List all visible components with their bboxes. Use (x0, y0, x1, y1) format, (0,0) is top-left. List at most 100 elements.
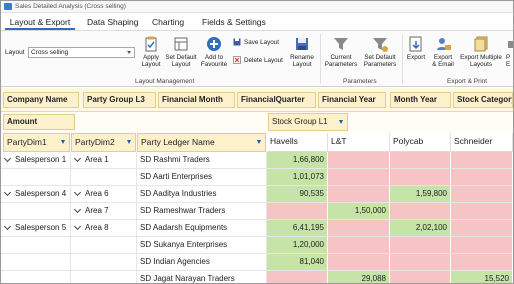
filter-dropdown-icon[interactable] (127, 140, 131, 144)
export-icon (409, 36, 422, 52)
app-icon (4, 3, 12, 10)
export-multiple-layouts-button[interactable]: Export Multiple Layouts (458, 35, 504, 68)
data-cell[interactable]: 1,50,000 (328, 203, 390, 220)
chevron-down-icon[interactable] (73, 206, 82, 214)
row-header-party-ledger[interactable]: SD Indian Agencies (137, 254, 267, 271)
row-field-partydim1[interactable]: PartyDim1 (3, 133, 70, 152)
data-cell[interactable]: 90,535 (267, 186, 328, 203)
row-header-party-ledger[interactable]: SD Rameshwar Traders (137, 203, 267, 220)
data-cell[interactable] (390, 203, 451, 220)
data-cell[interactable] (328, 220, 390, 237)
data-cell[interactable] (390, 271, 451, 283)
row-header-party-ledger[interactable]: SD Aarti Enterprises (137, 169, 267, 186)
column-header-lt[interactable]: L&T (328, 133, 390, 152)
chevron-down-icon[interactable] (73, 223, 82, 231)
data-cell[interactable] (328, 152, 390, 169)
row-header-partydim2[interactable]: Area 7 (71, 203, 137, 220)
filter-field-stock-category[interactable]: Stock Category (453, 92, 513, 108)
row-header-partydim2[interactable]: Area 6 (71, 186, 137, 203)
row-field-partydim2[interactable]: PartyDim2 (71, 133, 136, 152)
row-header-partydim1[interactable]: Salesperson 1 (1, 152, 71, 169)
data-cell[interactable] (328, 169, 390, 186)
filter-field-financial-quarter[interactable]: FinancialQuarter (237, 92, 316, 108)
row-header-party-ledger[interactable]: SD Aadarsh Equipments (137, 220, 267, 237)
row-header-party-ledger[interactable]: SD Sukanya Enterprises (137, 237, 267, 254)
tab-fields-settings[interactable]: Fields & Settings (202, 14, 266, 30)
data-cell[interactable]: 29,088 (328, 271, 390, 283)
save-layout-button[interactable]: Save Layout (233, 38, 279, 47)
export-email-button[interactable]: Export & Email (431, 35, 455, 68)
row-header-partydim1-text: Salesperson 4 (15, 189, 67, 198)
ribbon-separator (402, 34, 403, 84)
row-header-partydim1 (1, 254, 71, 271)
data-cell[interactable] (390, 169, 451, 186)
chevron-down-icon[interactable] (73, 155, 82, 163)
data-cell[interactable] (390, 152, 451, 169)
column-header-polycab[interactable]: Polycab (390, 133, 451, 152)
filter-dropdown-icon[interactable] (339, 120, 343, 124)
group-label-layout-management: Layout Management (135, 78, 195, 85)
data-cell[interactable] (328, 237, 390, 254)
delete-layout-button[interactable]: Delete Layout (233, 56, 283, 65)
set-default-layout-button[interactable]: Set Default Layout (165, 35, 197, 68)
row-header-party-ledger[interactable]: SD Jagat Narayan Traders (137, 271, 267, 283)
data-cell[interactable]: 1,66,800 (267, 152, 328, 169)
filter-field-company-name[interactable]: Company Name (3, 92, 79, 108)
chevron-down-icon[interactable] (3, 155, 12, 163)
data-cell[interactable]: 1,59,800 (390, 186, 451, 203)
data-cell[interactable] (451, 254, 513, 271)
row-header-partydim2[interactable]: Area 8 (71, 220, 137, 237)
row-header-partydim1 (1, 203, 71, 220)
column-header-havells[interactable]: Havells (267, 133, 328, 152)
data-field-amount[interactable]: Amount (3, 114, 75, 130)
data-cell[interactable]: 6,41,195 (267, 220, 328, 237)
tab-data-shaping[interactable]: Data Shaping (87, 14, 139, 30)
data-cell[interactable] (451, 186, 513, 203)
export-button[interactable]: Export (405, 35, 427, 61)
filter-dropdown-icon[interactable] (257, 140, 261, 144)
row-header-party-ledger[interactable]: SD Aaditya Industries (137, 186, 267, 203)
data-cell[interactable]: 15,520 (451, 271, 513, 283)
print-preview-button[interactable]: P E (506, 35, 513, 68)
data-cell[interactable] (451, 203, 513, 220)
current-parameters-button[interactable]: Current Parameters (323, 35, 359, 68)
chevron-down-icon[interactable] (3, 223, 12, 231)
tab-charting[interactable]: Charting (152, 14, 184, 30)
data-cell[interactable] (267, 203, 328, 220)
filter-field-month-year[interactable]: Month Year (390, 92, 451, 108)
group-label-export-print: Export & Print (447, 78, 488, 85)
data-cell[interactable]: 1,01,073 (267, 169, 328, 186)
add-to-favourite-button[interactable]: Add to Favourite (200, 35, 228, 68)
filter-dropdown-icon[interactable] (61, 140, 65, 144)
row-header-party-ledger[interactable]: SD Rashmi Traders (137, 152, 267, 169)
app-window: Sales Detailed Analysis (Cross selling) … (0, 0, 514, 284)
data-cell[interactable] (451, 169, 513, 186)
data-cell[interactable] (328, 254, 390, 271)
layout-select[interactable]: Cross selling (28, 47, 135, 58)
data-cell[interactable]: 81,040 (267, 254, 328, 271)
chevron-down-icon[interactable] (73, 189, 82, 197)
row-header-partydim2[interactable]: Area 1 (71, 152, 137, 169)
chevron-down-icon[interactable] (3, 189, 12, 197)
data-cell[interactable] (451, 237, 513, 254)
data-cell[interactable] (390, 254, 451, 271)
data-cell[interactable] (451, 152, 513, 169)
apply-layout-button[interactable]: Apply Layout (139, 35, 163, 68)
filter-field-financial-year[interactable]: Financial Year (318, 92, 386, 108)
tab-layout-export[interactable]: Layout & Export (5, 14, 75, 30)
data-cell[interactable] (390, 237, 451, 254)
data-cell[interactable] (267, 271, 328, 283)
data-cell[interactable] (451, 220, 513, 237)
set-default-parameters-button[interactable]: Set Default Parameters (361, 35, 399, 68)
column-header-schneider[interactable]: Schneider (451, 133, 513, 152)
row-header-partydim1[interactable]: Salesperson 4 (1, 186, 71, 203)
data-cell[interactable]: 1,20,000 (267, 237, 328, 254)
data-cell[interactable]: 2,02,100 (390, 220, 451, 237)
filter-field-party-group-l3[interactable]: Party Group L3 (83, 92, 156, 108)
column-field-stock-group-l1[interactable]: Stock Group L1 (268, 113, 348, 131)
filter-field-financial-month[interactable]: Financial Month (158, 92, 235, 108)
row-field-party-ledger-name[interactable]: Party Ledger Name (137, 133, 266, 152)
row-header-partydim1[interactable]: Salesperson 5 (1, 220, 71, 237)
rename-layout-button[interactable]: Rename Layout (289, 35, 315, 68)
data-cell[interactable] (328, 186, 390, 203)
